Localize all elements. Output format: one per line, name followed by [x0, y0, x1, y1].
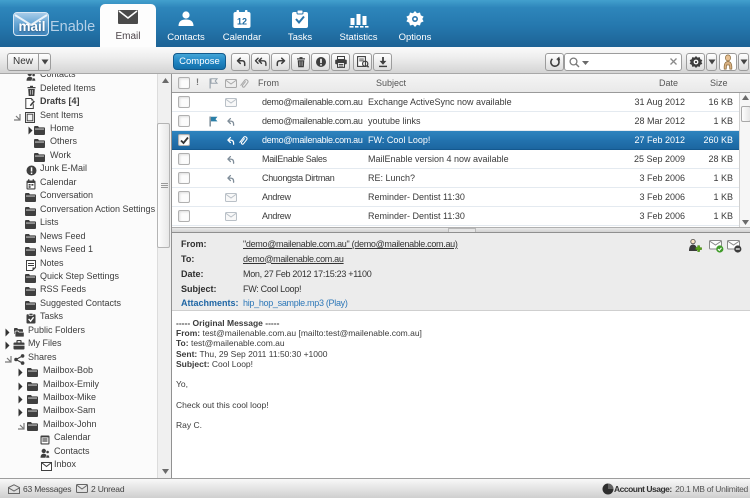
- svg-text:12: 12: [237, 17, 247, 27]
